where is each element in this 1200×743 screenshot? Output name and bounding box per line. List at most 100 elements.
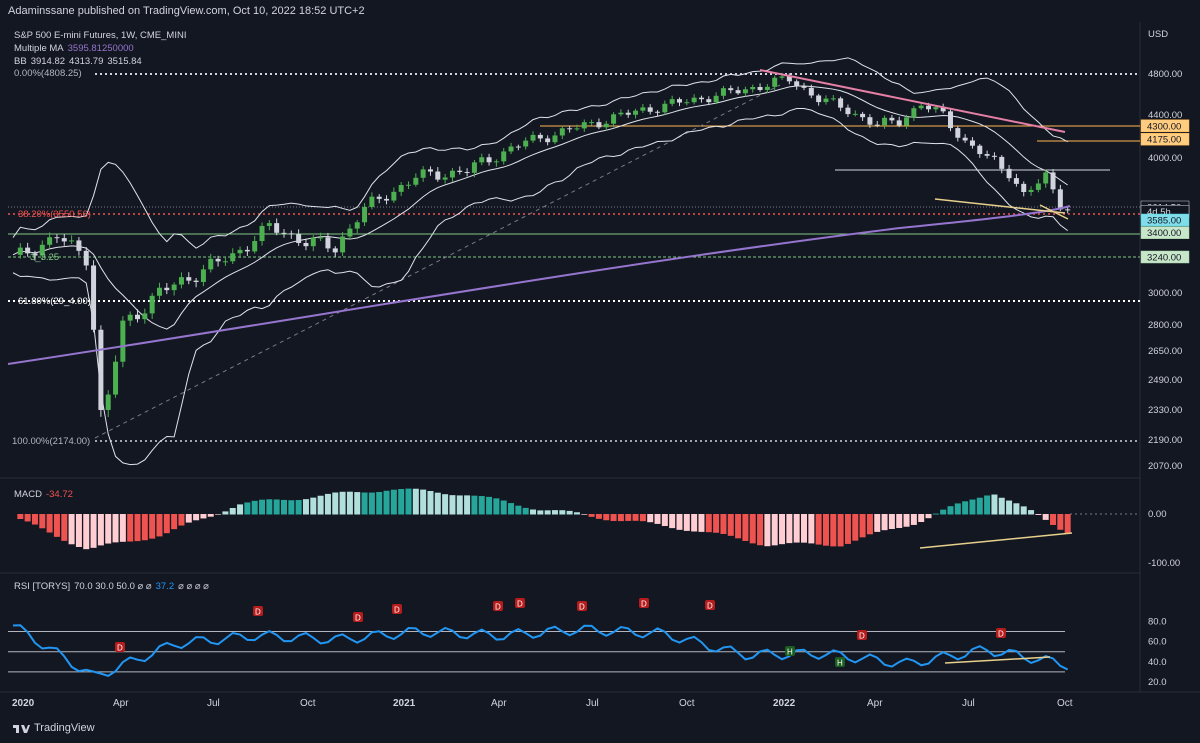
- time-tick: Jul: [586, 698, 599, 709]
- macd-bar: [1050, 514, 1057, 525]
- candle: [76, 240, 82, 251]
- macd-bar: [683, 514, 690, 531]
- macd-bar: [551, 510, 558, 515]
- macd-bar: [449, 495, 456, 515]
- candle: [142, 313, 148, 320]
- candle: [713, 95, 719, 103]
- rsi-marker-label: D: [255, 608, 261, 617]
- price-label: 4300.00: [1147, 121, 1181, 132]
- candle: [479, 157, 485, 163]
- candle: [47, 237, 53, 245]
- macd-bar: [852, 514, 859, 541]
- macd-bar: [317, 495, 324, 515]
- rsi-line: [12, 624, 1069, 677]
- macd-bar: [478, 496, 485, 515]
- candle: [999, 156, 1005, 169]
- macd-bar: [134, 514, 141, 542]
- fib-label: 61.80%(29_4.00): [18, 296, 91, 307]
- macd-bar: [932, 513, 939, 515]
- macd-bar: [603, 514, 610, 521]
- price-chart[interactable]: D D D D D D D D D H H D D USD 4800.00 4400.00 4000.00 30…: [0, 0, 1200, 743]
- rsi-marker-label: D: [998, 630, 1004, 639]
- candle: [427, 169, 433, 172]
- macd-bar: [493, 498, 500, 515]
- macd-bar: [1042, 514, 1049, 520]
- macd-bar: [757, 514, 764, 546]
- macd-legend[interactable]: MACD -34.72: [14, 489, 77, 501]
- tradingview-logo[interactable]: TradingView: [12, 722, 95, 734]
- candle: [222, 261, 228, 263]
- candle: [559, 128, 565, 136]
- candle: [596, 122, 602, 128]
- macd-bar: [625, 514, 632, 521]
- candle: [113, 361, 119, 395]
- candle: [1065, 209, 1071, 211]
- candle: [17, 247, 23, 255]
- macd-bar: [632, 514, 639, 521]
- macd-bar: [383, 490, 390, 515]
- candle: [69, 240, 75, 242]
- time-tick: Jul: [207, 698, 220, 709]
- candle: [1057, 189, 1063, 210]
- candle: [61, 238, 67, 242]
- bb-lower: [12, 107, 1068, 466]
- macd-bar: [808, 514, 815, 544]
- macd-bar: [837, 514, 844, 547]
- candle: [904, 117, 910, 126]
- candle: [845, 107, 851, 115]
- rsi-marker-label: D: [517, 600, 523, 609]
- macd-bar: [720, 514, 727, 534]
- macd-bar: [310, 497, 317, 515]
- macd-bar: [573, 512, 580, 515]
- macd-bar: [1013, 503, 1020, 515]
- candle: [720, 88, 726, 96]
- rsi-legend[interactable]: RSI [TORYS] 70.0 30.0 50.0 ⌀ ⌀ 37.2 ⌀ ⌀ ⌀ ⌀: [14, 581, 213, 593]
- macd-bar: [976, 497, 983, 515]
- macd-bar: [412, 488, 419, 515]
- rsi-marker-label: H: [787, 648, 793, 657]
- candle: [486, 157, 492, 163]
- macd-bar: [515, 505, 522, 515]
- macd-bar: [61, 514, 68, 541]
- price-tick: 4800.00: [1148, 69, 1182, 80]
- macd-divergence-line: [919, 532, 1073, 549]
- candle: [933, 107, 939, 110]
- candle: [274, 223, 280, 233]
- macd-bar: [420, 489, 427, 515]
- candle: [655, 111, 661, 113]
- time-tick: Apr: [867, 698, 883, 709]
- candle: [1035, 183, 1041, 190]
- candle: [244, 249, 250, 252]
- macd-bar: [786, 514, 793, 544]
- macd-tick: 0.00: [1148, 509, 1167, 520]
- macd-bar: [354, 492, 361, 515]
- time-tick: 2022: [773, 698, 796, 709]
- macd-bar: [434, 492, 441, 515]
- price-tick: 2650.00: [1148, 346, 1182, 357]
- macd-bar: [46, 514, 53, 533]
- price-tick: 3000.00: [1148, 288, 1182, 299]
- macd-bar: [691, 514, 698, 532]
- candle: [874, 124, 880, 126]
- macd-bar: [508, 503, 515, 515]
- macd-bar: [207, 514, 214, 517]
- candle: [156, 287, 162, 296]
- macd-bar: [742, 514, 749, 541]
- currency-label: USD: [1148, 29, 1168, 40]
- macd-bar: [53, 514, 60, 537]
- macd-bar: [75, 514, 82, 547]
- candle: [669, 99, 675, 104]
- candle: [926, 105, 932, 110]
- macd-bar: [1020, 506, 1027, 515]
- macd-bar: [486, 496, 493, 515]
- candle: [691, 97, 697, 103]
- candle: [208, 258, 214, 270]
- macd-bar: [559, 510, 566, 515]
- macd-bar: [376, 492, 383, 515]
- macd-bar: [947, 506, 954, 515]
- macd-bar: [1064, 514, 1071, 534]
- macd-bar: [127, 514, 134, 542]
- candle: [384, 198, 390, 201]
- candle: [537, 134, 543, 139]
- candle: [574, 128, 580, 130]
